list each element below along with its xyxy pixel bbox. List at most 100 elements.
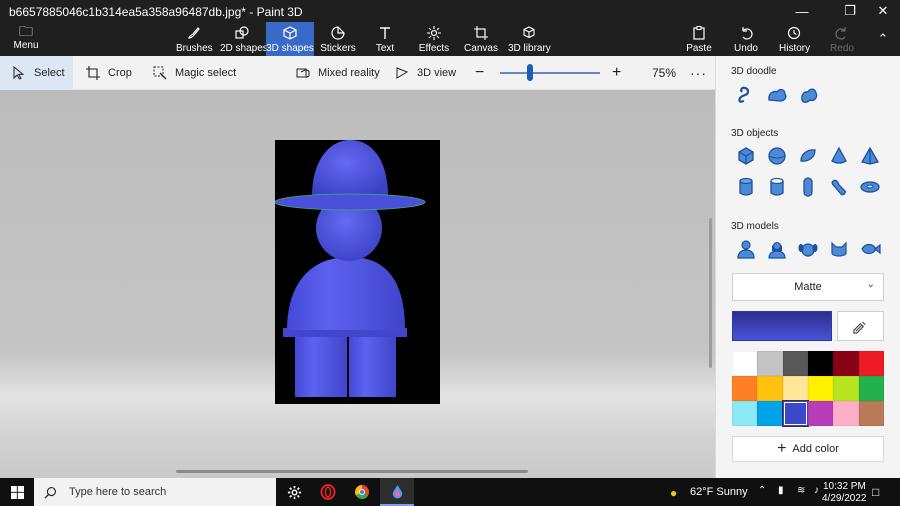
restore-icon[interactable]: ❐ <box>833 0 867 22</box>
vertical-scrollbar[interactable] <box>709 218 712 368</box>
woman-model-icon[interactable] <box>764 236 790 262</box>
magic-select-tool[interactable]: Magic select <box>153 56 236 90</box>
history-label: History <box>779 43 811 54</box>
windows-start-icon[interactable] <box>0 478 34 506</box>
color-swatch[interactable] <box>757 376 783 401</box>
tab-text[interactable]: Text <box>370 22 400 56</box>
wifi-icon[interactable]: ≋ <box>797 485 805 496</box>
color-swatch[interactable] <box>833 351 859 376</box>
zoom-level: 75% <box>652 66 677 80</box>
color-swatch[interactable] <box>782 376 808 401</box>
crop-tool[interactable]: Crop <box>86 56 132 90</box>
capsule-icon[interactable] <box>795 174 821 200</box>
color-swatch[interactable] <box>807 351 834 376</box>
tray-chevron-up-icon[interactable]: ⌃ <box>758 485 766 496</box>
soft-doodle-icon[interactable] <box>764 82 790 108</box>
opera-browser-icon[interactable] <box>311 478 345 506</box>
color-swatch[interactable] <box>807 401 834 426</box>
undo-label: Undo <box>734 43 758 54</box>
history-button[interactable]: History <box>779 22 811 56</box>
weather-status[interactable]: 62°F Sunny <box>690 486 748 498</box>
figure-left-leg[interactable] <box>295 332 347 397</box>
eyedropper-icon <box>853 320 866 334</box>
paste-button[interactable]: Paste <box>686 22 712 56</box>
close-icon[interactable]: ✕ <box>866 0 900 22</box>
zoom-out-button[interactable]: − <box>475 56 484 90</box>
redo-icon <box>830 25 854 43</box>
select-tool[interactable]: Select <box>0 56 73 90</box>
color-swatch[interactable] <box>858 376 884 401</box>
plus-icon: + <box>777 440 787 457</box>
tube-doodle-icon[interactable] <box>796 82 822 108</box>
cylinder-icon[interactable] <box>733 174 759 200</box>
minimize-icon[interactable]: — <box>785 0 819 22</box>
fish-model-icon[interactable] <box>857 236 883 262</box>
color-swatch[interactable] <box>858 401 884 426</box>
paint-3d-app-icon[interactable] <box>380 478 414 506</box>
weather-sun-icon: ● <box>670 486 678 500</box>
cone-icon[interactable] <box>826 143 852 169</box>
canvas-area[interactable] <box>0 90 715 478</box>
undo-button[interactable]: Undo <box>734 22 758 56</box>
clock-date[interactable]: 4/29/2022 <box>822 493 867 504</box>
menu-button[interactable]: 🗀 Menu <box>6 24 46 54</box>
mixed-reality-button[interactable]: Mixed reality <box>296 56 380 90</box>
folder-icon: 🗀 <box>19 23 33 39</box>
tube-icon[interactable] <box>764 174 790 200</box>
clock-time[interactable]: 10:32 PM <box>823 481 866 492</box>
figure-hat-brim[interactable] <box>274 193 426 211</box>
more-options-icon[interactable]: ··· <box>690 56 707 90</box>
3d-view-label: 3D view <box>417 67 457 79</box>
donut-icon[interactable] <box>857 174 883 200</box>
3d-view-icon <box>396 67 409 79</box>
tab-2d-shapes[interactable]: 2D shapes <box>220 22 268 56</box>
selected-color-preview[interactable] <box>732 311 832 341</box>
cat-model-icon[interactable] <box>826 236 852 262</box>
taskbar-search[interactable]: Type here to search <box>34 478 276 506</box>
zoom-in-button[interactable]: + <box>612 56 621 90</box>
eyedropper-button[interactable] <box>837 311 884 341</box>
color-swatch[interactable] <box>858 351 884 376</box>
dog-model-icon[interactable] <box>795 236 821 262</box>
color-swatch[interactable] <box>782 401 808 426</box>
menu-label: Menu <box>13 40 39 51</box>
color-swatch[interactable] <box>732 376 758 401</box>
cube-icon[interactable] <box>733 143 759 169</box>
notifications-icon[interactable]: □ <box>872 485 879 499</box>
color-swatch[interactable] <box>807 376 834 401</box>
collapse-ribbon-icon[interactable]: ⌃ <box>866 28 900 50</box>
zoom-slider[interactable] <box>500 72 600 74</box>
color-swatch[interactable] <box>757 401 783 426</box>
sharp-doodle-icon[interactable] <box>732 82 758 108</box>
color-swatch[interactable] <box>732 351 758 376</box>
material-value: Matte <box>794 281 822 293</box>
add-color-button[interactable]: + Add color <box>732 436 884 462</box>
volume-icon[interactable]: ♪ <box>814 485 819 496</box>
color-swatch[interactable] <box>833 401 859 426</box>
tab-effects[interactable]: Effects <box>418 22 450 56</box>
horizontal-scrollbar[interactable] <box>176 470 528 473</box>
pyramid-icon[interactable] <box>857 143 883 169</box>
tab-stickers[interactable]: Stickers <box>320 22 356 56</box>
material-dropdown[interactable]: Matte ⌄ <box>732 273 884 301</box>
color-swatch[interactable] <box>833 376 859 401</box>
man-model-icon[interactable] <box>733 236 759 262</box>
settings-gear-icon[interactable] <box>277 478 311 506</box>
mixed-reality-label: Mixed reality <box>318 67 380 79</box>
redo-button[interactable]: Redo <box>830 22 854 56</box>
tab-canvas[interactable]: Canvas <box>464 22 498 56</box>
chrome-browser-icon[interactable] <box>345 478 379 506</box>
zoom-slider-thumb[interactable] <box>527 64 533 81</box>
figure-right-leg[interactable] <box>349 332 396 397</box>
color-swatch[interactable] <box>782 351 808 376</box>
hemisphere-icon[interactable] <box>795 143 821 169</box>
color-swatch[interactable] <box>757 351 783 376</box>
sphere-icon[interactable] <box>764 143 790 169</box>
curved-tube-icon[interactable] <box>826 174 852 200</box>
tab-3d-shapes[interactable]: 3D shapes <box>266 22 314 56</box>
battery-icon[interactable]: ▮ <box>778 485 784 496</box>
color-swatch[interactable] <box>732 401 758 426</box>
tab-3d-library[interactable]: 3D library <box>508 22 551 56</box>
tab-brushes[interactable]: Brushes <box>176 22 213 56</box>
3d-view-button[interactable]: 3D view <box>395 56 456 90</box>
